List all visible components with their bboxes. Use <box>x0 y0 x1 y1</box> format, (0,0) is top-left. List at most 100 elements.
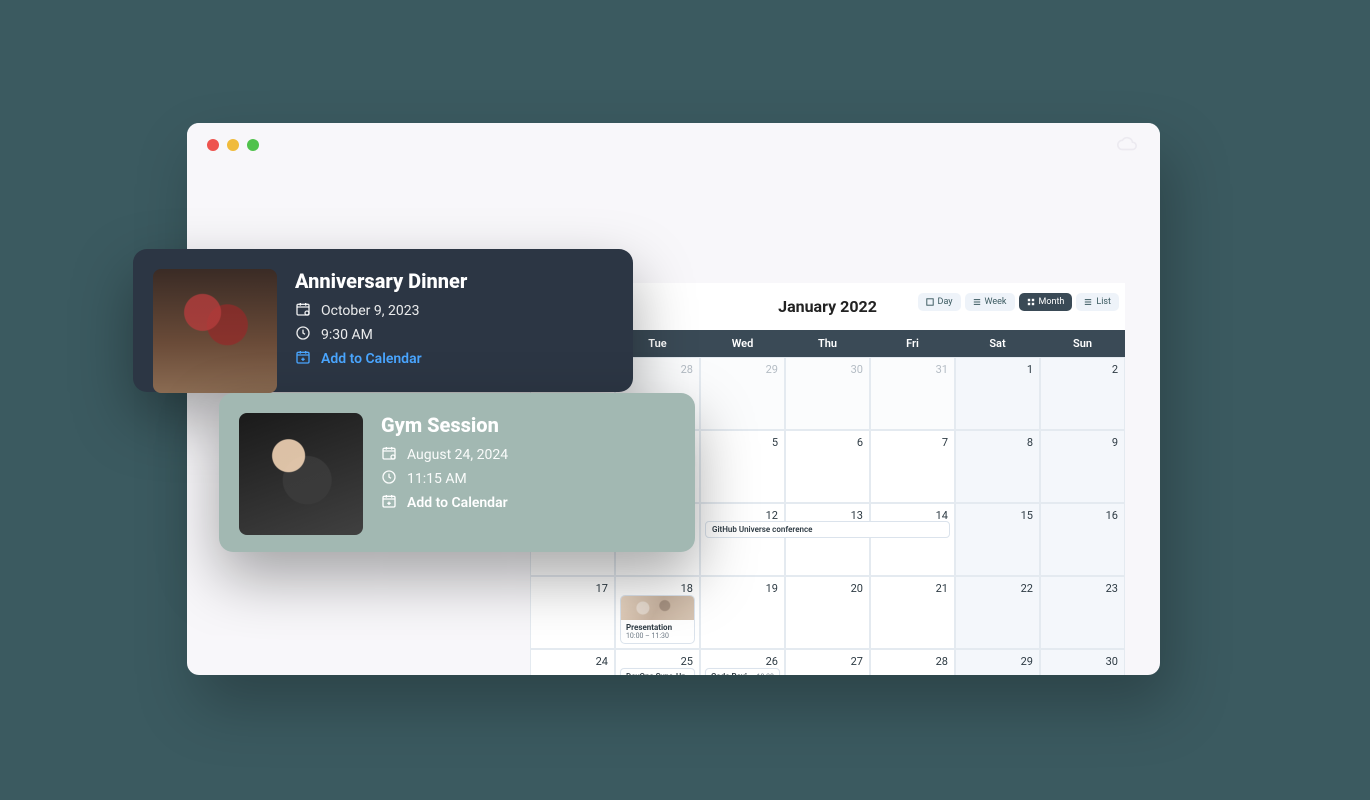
month-icon <box>1027 298 1035 306</box>
calendar-view-switch: Day Week Month <box>918 293 1119 311</box>
day-number: 28 <box>936 655 948 668</box>
calendar-title: January 2022 <box>778 297 877 316</box>
event-image-gym <box>239 413 363 535</box>
event-date: August 24, 2024 <box>407 447 508 463</box>
event-thumbnail <box>621 596 694 620</box>
calendar-cell[interactable]: 29 <box>955 649 1040 675</box>
calendar-cell[interactable]: 9 <box>1040 430 1125 503</box>
view-list-button[interactable]: List <box>1076 293 1119 311</box>
event-github-title: GitHub Universe conference <box>712 525 812 534</box>
day-number: 2 <box>1112 363 1118 376</box>
day-number: 7 <box>942 436 948 449</box>
day-number: 28 <box>681 363 693 376</box>
calendar-cell[interactable]: 12 <box>700 503 785 576</box>
calendar-cell[interactable]: 30 <box>785 357 870 430</box>
calendar-cell[interactable]: 19 <box>700 576 785 649</box>
view-day-button[interactable]: Day <box>918 293 961 311</box>
calendar-cell[interactable]: 20 <box>785 576 870 649</box>
week-icon <box>973 298 981 306</box>
event-time: 10:30 <box>757 673 774 676</box>
add-to-calendar-button[interactable]: Add to Calendar <box>381 493 508 513</box>
event-devops[interactable]: DevOps Sync-Up <box>620 668 695 675</box>
event-codereview[interactable]: Code Review10:30 <box>705 668 780 675</box>
day-number: 30 <box>851 363 863 376</box>
weekday-sun: Sun <box>1040 330 1125 357</box>
add-to-calendar-button[interactable]: Add to Calendar <box>295 349 467 369</box>
day-number: 8 <box>1027 436 1033 449</box>
calendar-cell[interactable]: 23 <box>1040 576 1125 649</box>
day-number: 23 <box>1106 582 1118 595</box>
day-number: 29 <box>1021 655 1033 668</box>
calendar-cell[interactable]: 8 <box>955 430 1040 503</box>
event-time-row: 11:15 AM <box>381 469 508 489</box>
day-number: 1 <box>1027 363 1033 376</box>
weekday-sat: Sat <box>955 330 1040 357</box>
view-week-button[interactable]: Week <box>965 293 1015 311</box>
weekday-fri: Fri <box>870 330 955 357</box>
day-number: 31 <box>936 363 948 376</box>
event-date-row: October 9, 2023 <box>295 301 467 321</box>
calendar-cell[interactable]: 18Presentation10:00 – 11:30 <box>615 576 700 649</box>
day-number: 16 <box>1106 509 1118 522</box>
day-number: 18 <box>681 582 693 595</box>
event-image-dinner <box>153 269 277 393</box>
calendar-cell[interactable]: 7 <box>870 430 955 503</box>
calendar-cell[interactable]: 22 <box>955 576 1040 649</box>
day-number: 19 <box>766 582 778 595</box>
event-presentation[interactable]: Presentation10:00 – 11:30 <box>620 595 695 644</box>
calendar-cell[interactable]: 13 <box>785 503 870 576</box>
calendar-cell[interactable]: 14 <box>870 503 955 576</box>
view-day-label: Day <box>938 297 953 307</box>
day-number: 25 <box>681 655 693 668</box>
view-month-label: Month <box>1039 297 1065 307</box>
calendar-icon <box>381 445 397 465</box>
event-title: Presentation <box>626 623 689 632</box>
day-number: 27 <box>851 655 863 668</box>
window-minimize-button[interactable] <box>227 139 239 151</box>
calendar-cell[interactable]: 6 <box>785 430 870 503</box>
day-number: 20 <box>851 582 863 595</box>
day-number: 29 <box>766 363 778 376</box>
calendar-cell[interactable]: 28 <box>870 649 955 675</box>
clock-icon <box>295 325 311 345</box>
event-time: 10:00 – 11:30 <box>626 632 689 640</box>
view-month-button[interactable]: Month <box>1019 293 1073 311</box>
view-week-label: Week <box>985 297 1007 307</box>
window-maximize-button[interactable] <box>247 139 259 151</box>
calendar-cell[interactable]: 16 <box>1040 503 1125 576</box>
day-number: 24 <box>596 655 608 668</box>
calendar-add-icon <box>295 349 311 369</box>
calendar-cell[interactable]: 31 <box>870 357 955 430</box>
day-number: 15 <box>1021 509 1033 522</box>
calendar-cell[interactable]: 2 <box>1040 357 1125 430</box>
calendar-cell[interactable]: 5 <box>700 430 785 503</box>
day-icon <box>926 298 934 306</box>
calendar-cell[interactable]: 24 <box>530 649 615 675</box>
day-number: 22 <box>1021 582 1033 595</box>
calendar-cell[interactable]: 15 <box>955 503 1040 576</box>
calendar-cell[interactable]: 17 <box>530 576 615 649</box>
calendar-add-icon <box>381 493 397 513</box>
event-time: 11:15 AM <box>407 471 467 487</box>
calendar-cell[interactable]: 21 <box>870 576 955 649</box>
calendar-cell[interactable]: 26Code Review10:30Usability Testing18:45 <box>700 649 785 675</box>
calendar-cell[interactable]: 30 <box>1040 649 1125 675</box>
list-icon <box>1084 298 1092 306</box>
event-time: 9:30 AM <box>321 327 373 343</box>
cloud-icon <box>1116 136 1138 156</box>
day-number: 5 <box>772 436 778 449</box>
weekday-thu: Thu <box>785 330 870 357</box>
calendar-cell[interactable]: 27 <box>785 649 870 675</box>
window-close-button[interactable] <box>207 139 219 151</box>
calendar-icon <box>295 301 311 321</box>
event-title: Code Review <box>711 672 757 675</box>
event-details: Gym Session August 24, 2024 11:15 AM Add… <box>381 413 508 532</box>
event-github-universe[interactable]: GitHub Universe conference <box>705 521 950 538</box>
event-date-row: August 24, 2024 <box>381 445 508 465</box>
day-number: 9 <box>1112 436 1118 449</box>
calendar-cell[interactable]: 1 <box>955 357 1040 430</box>
view-list-label: List <box>1096 297 1111 307</box>
calendar-cell[interactable]: 29 <box>700 357 785 430</box>
add-to-calendar-label: Add to Calendar <box>321 351 422 367</box>
calendar-cell[interactable]: 25DevOps Sync-Up <box>615 649 700 675</box>
